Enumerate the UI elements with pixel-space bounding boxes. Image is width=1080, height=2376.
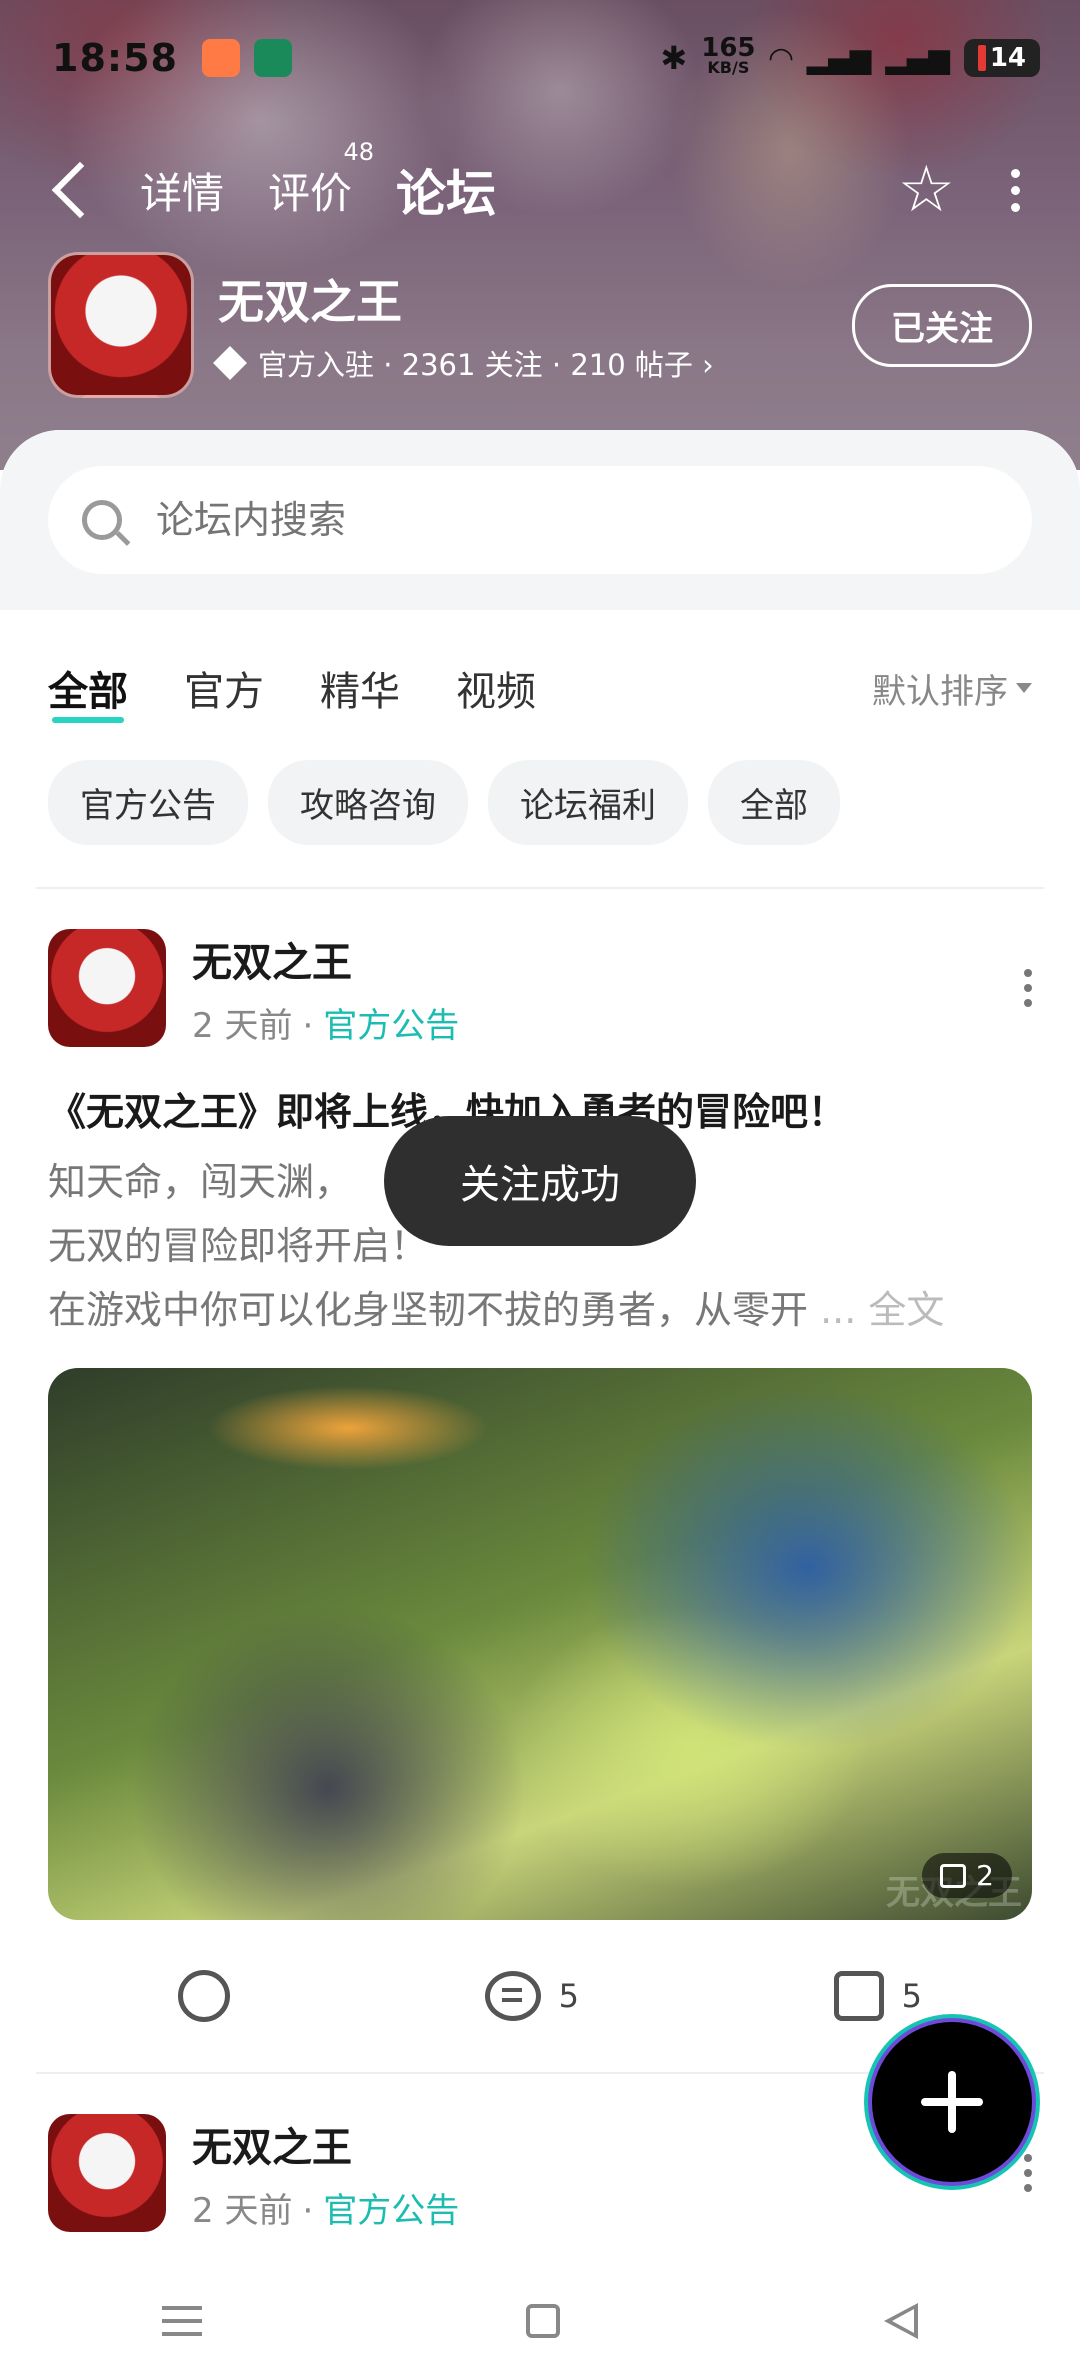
like-button[interactable]: 5 xyxy=(833,1970,922,2022)
toast-message: 关注成功 xyxy=(384,1116,696,1246)
post-card[interactable]: 无双之王 2 天前 · 官方公告 《无双之王》即将上线，快加入勇者的冒险吧！ 知天命… xyxy=(0,889,1080,2022)
post-meta: 2 天前 · 官方公告 xyxy=(192,2190,460,2231)
bluetooth-icon: ✱ xyxy=(660,39,688,77)
status-bar: 18:58 ✱ 165 KB/S ◠ ▂▄▆ ▂▄▆ 14 xyxy=(52,30,1040,86)
chip-welfare[interactable]: 论坛福利 xyxy=(488,760,688,845)
home-icon[interactable] xyxy=(526,2304,560,2338)
xbox-app-icon xyxy=(253,39,292,77)
chip-all[interactable]: 全部 xyxy=(708,760,840,845)
top-nav: 详情 评价 48 论坛 ☆ xyxy=(51,138,1020,230)
forum-search-box[interactable] xyxy=(48,466,1032,574)
recent-apps-icon[interactable] xyxy=(162,2306,202,2336)
post-more-icon[interactable] xyxy=(1024,969,1032,1007)
image-count-badge: 2 xyxy=(922,1853,1012,1898)
status-time: 18:58 xyxy=(52,36,178,80)
avatar[interactable] xyxy=(48,929,166,1047)
create-post-button[interactable] xyxy=(872,2022,1032,2182)
post-more-icon[interactable] xyxy=(1024,2154,1032,2192)
comment-button[interactable]: 5 xyxy=(484,1970,579,2022)
sort-dropdown[interactable]: 默认排序 xyxy=(872,664,1032,713)
network-speed-value: 165 xyxy=(701,33,756,63)
image-icon xyxy=(940,1863,967,1888)
wifi-icon: ◠ xyxy=(769,40,793,76)
review-count: 48 xyxy=(343,137,375,166)
caret-down-icon xyxy=(1016,683,1032,693)
signal-icon: ▂▄▆ xyxy=(806,41,872,75)
tab-forum[interactable]: 论坛 xyxy=(396,154,497,226)
tab-details[interactable]: 详情 xyxy=(140,160,224,221)
author-name[interactable]: 无双之王 xyxy=(192,2115,459,2173)
thumbs-up-icon xyxy=(833,1971,884,2021)
system-back-icon[interactable] xyxy=(884,2303,918,2339)
game-app-icon xyxy=(201,39,240,77)
filter-all[interactable]: 全部 xyxy=(48,659,128,723)
share-button[interactable] xyxy=(178,1970,230,2022)
signal-icon-2: ▂▄▆ xyxy=(885,41,950,75)
game-meta[interactable]: 官方入驻 · 2361 关注 · 210 帖子 › xyxy=(213,342,714,384)
plus-icon xyxy=(921,2071,983,2133)
system-nav-bar xyxy=(0,2266,1080,2376)
filter-official[interactable]: 官方 xyxy=(184,659,264,717)
status-app-icons xyxy=(201,39,292,77)
search-input[interactable] xyxy=(156,498,856,542)
game-logo[interactable] xyxy=(48,252,194,398)
post-actions: 5 5 xyxy=(48,1920,1032,2022)
follow-button[interactable]: 已关注 xyxy=(852,283,1032,367)
like-count: 5 xyxy=(901,1977,922,2015)
more-vertical-icon[interactable] xyxy=(1011,168,1020,212)
back-icon[interactable] xyxy=(51,161,109,219)
category-chips: 官方公告 攻略咨询 论坛福利 全部 xyxy=(0,730,1080,845)
filter-video[interactable]: 视频 xyxy=(456,659,536,717)
comment-icon xyxy=(484,1971,541,2021)
game-title: 无双之王 xyxy=(218,275,402,329)
post-meta: 2 天前 · 官方公告 xyxy=(192,1005,460,1046)
full-text-link[interactable]: 全文 xyxy=(868,1288,944,1332)
post-image[interactable]: 无双之王 2 xyxy=(48,1368,1032,1920)
diamond-icon xyxy=(213,346,247,380)
chip-guide[interactable]: 攻略咨询 xyxy=(268,760,468,845)
post-category[interactable]: 官方公告 xyxy=(323,2191,459,2231)
chip-announcement[interactable]: 官方公告 xyxy=(48,760,248,845)
share-icon xyxy=(178,1970,230,2022)
favorite-star-icon[interactable]: ☆ xyxy=(898,153,955,227)
game-info: 无双之王 官方入驻 · 2361 关注 · 210 帖子 › 已关注 xyxy=(48,250,1032,400)
network-speed: 165 KB/S xyxy=(701,33,756,78)
filter-tabs: 全部 官方 精华 视频 默认排序 xyxy=(0,610,1080,730)
comment-count: 5 xyxy=(558,1977,579,2015)
search-icon xyxy=(82,500,122,540)
battery-icon: 14 xyxy=(963,39,1040,77)
battery-level: 14 xyxy=(989,43,1026,73)
avatar[interactable] xyxy=(48,2114,166,2232)
filter-featured[interactable]: 精华 xyxy=(320,659,400,717)
tab-reviews[interactable]: 评价 48 xyxy=(268,138,374,221)
author-name[interactable]: 无双之王 xyxy=(192,930,459,988)
status-right: ✱ 165 KB/S ◠ ▂▄▆ ▂▄▆ 14 xyxy=(660,33,1040,78)
post-category[interactable]: 官方公告 xyxy=(323,1006,459,1046)
network-speed-unit: KB/S xyxy=(707,58,750,77)
